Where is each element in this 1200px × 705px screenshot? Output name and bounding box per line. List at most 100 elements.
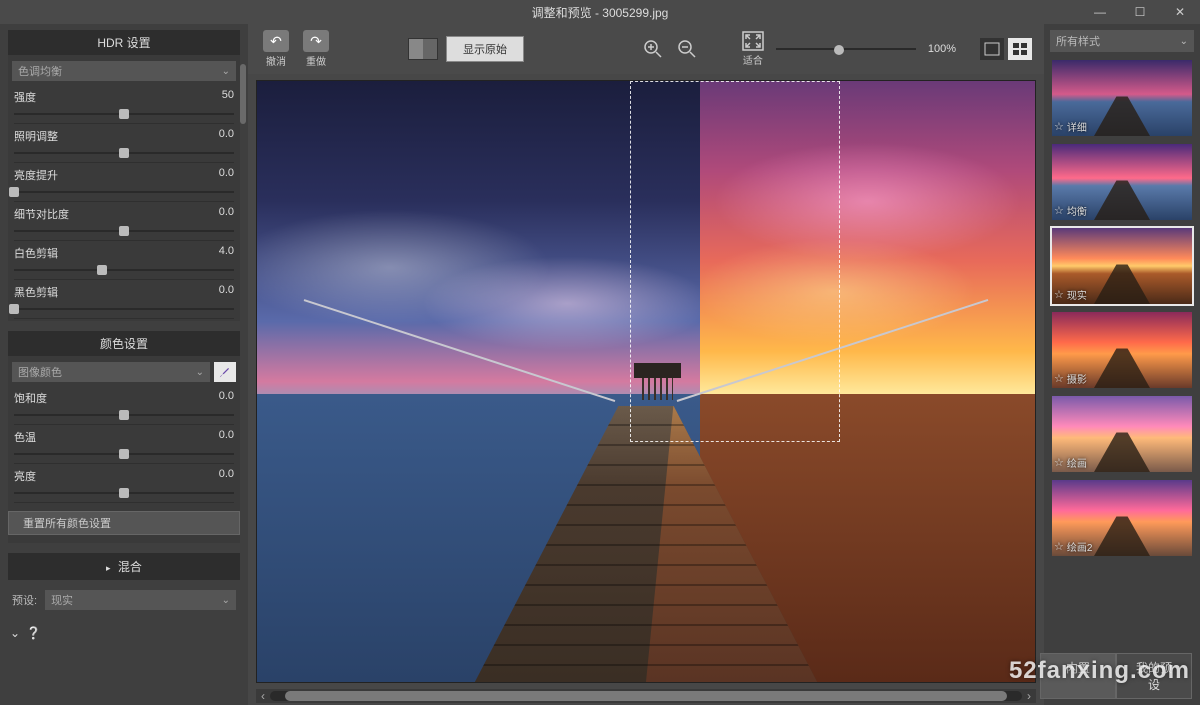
preset-name-0: 详细: [1067, 119, 1087, 134]
redo-button[interactable]: ↷ 重做: [300, 30, 332, 68]
preset-thumb-5[interactable]: ☆ 绘画2: [1050, 478, 1194, 558]
right-panel: 所有样式 ⌄ ☆ 详细 ☆ 均衡 ☆ 现实 ☆ 摄影 ☆ 绘画 ☆ 绘画2: [1044, 24, 1200, 705]
fit-button[interactable]: 适合: [742, 31, 764, 67]
scroll-right-icon[interactable]: ›: [1022, 689, 1036, 703]
hdr-track-1[interactable]: [14, 146, 234, 160]
brush-button[interactable]: [214, 362, 236, 382]
chevron-down-icon: ⌄: [222, 66, 230, 77]
chevron-down-icon: ⌄: [1180, 36, 1188, 47]
undo-button[interactable]: ↶ 撤消: [260, 30, 292, 68]
undo-label: 撤消: [266, 53, 286, 68]
preset-name-3: 摄影: [1067, 371, 1087, 386]
color-track-0[interactable]: [14, 408, 234, 422]
toolbar: ↶ 撤消 ↷ 重做 显示原始 适合: [248, 24, 1044, 74]
zoom-value: 100%: [928, 43, 956, 55]
hdr-value-4: 4.0: [219, 245, 234, 261]
reset-colors-button[interactable]: 重置所有颜色设置: [8, 511, 240, 535]
chevron-down-icon: ⌄: [222, 595, 230, 606]
favorite-star-icon[interactable]: ☆: [1054, 120, 1064, 133]
preset-thumb-1[interactable]: ☆ 均衡: [1050, 142, 1194, 222]
preset-thumb-4[interactable]: ☆ 绘画: [1050, 394, 1194, 474]
hdr-slider-2: 亮度提升 0.0: [8, 165, 240, 202]
hdr-slider-0: 强度 50: [8, 87, 240, 124]
favorite-star-icon[interactable]: ☆: [1054, 372, 1064, 385]
zoom-in-icon: [643, 39, 663, 59]
left-panel: HDR 设置 色调均衡 ⌄ 强度 50 照明调整 0.0: [0, 24, 248, 705]
titlebar: 调整和预览 - 3005299.jpg — ☐ ✕: [0, 0, 1200, 24]
split-view-button[interactable]: [408, 38, 438, 60]
hdr-label-1: 照明调整: [14, 128, 58, 144]
hdr-method-dropdown[interactable]: 色调均衡 ⌄: [12, 61, 236, 81]
favorite-star-icon[interactable]: ☆: [1054, 204, 1064, 217]
hdr-track-4[interactable]: [14, 263, 234, 277]
hdr-label-4: 白色剪辑: [14, 245, 58, 261]
color-slider-2: 亮度 0.0: [8, 466, 240, 503]
color-label-1: 色温: [14, 429, 36, 445]
hdr-label-3: 细节对比度: [14, 206, 69, 222]
favorite-star-icon[interactable]: ☆: [1054, 540, 1064, 553]
hdr-slider-4: 白色剪辑 4.0: [8, 243, 240, 280]
preset-label: 预设:: [12, 592, 37, 608]
builtin-tab[interactable]: 内置: [1040, 653, 1116, 699]
preset-dropdown[interactable]: 现实 ⌄: [45, 590, 236, 610]
minimize-button[interactable]: —: [1080, 0, 1120, 24]
hdr-value-5: 0.0: [219, 284, 234, 300]
color-track-1[interactable]: [14, 447, 234, 461]
my-presets-tab[interactable]: 我的预设: [1116, 653, 1192, 699]
color-track-2[interactable]: [14, 486, 234, 500]
chevron-down-icon[interactable]: ⌄: [10, 626, 20, 640]
preset-thumb-0[interactable]: ☆ 详细: [1050, 58, 1194, 138]
show-original-button[interactable]: 显示原始: [446, 36, 524, 62]
preset-name-5: 绘画2: [1067, 539, 1093, 554]
preset-row: 预设: 现实 ⌄: [8, 580, 240, 620]
color-slider-0: 饱和度 0.0: [8, 388, 240, 425]
hdr-track-2[interactable]: [14, 185, 234, 199]
view-grid-button[interactable]: [1008, 38, 1032, 60]
maximize-button[interactable]: ☐: [1120, 0, 1160, 24]
canvas-area: ‹ ›: [248, 74, 1044, 705]
blend-label: 混合: [118, 560, 142, 574]
zoom-out-button[interactable]: [676, 38, 698, 60]
preset-name-1: 均衡: [1067, 203, 1087, 218]
color-value-0: 0.0: [219, 390, 234, 406]
hdr-label-5: 黑色剪辑: [14, 284, 58, 300]
redo-label: 重做: [306, 53, 326, 68]
single-view-icon: [984, 42, 1000, 56]
preset-filter-value: 所有样式: [1056, 33, 1100, 49]
color-label-2: 亮度: [14, 468, 36, 484]
color-value-1: 0.0: [219, 429, 234, 445]
color-label-0: 饱和度: [14, 390, 47, 406]
view-single-button[interactable]: [980, 38, 1004, 60]
zoom-slider[interactable]: [776, 42, 916, 56]
hdr-track-5[interactable]: [14, 302, 234, 316]
left-scrollbar[interactable]: [240, 64, 246, 124]
color-panel: 颜色设置 图像颜色 ⌄ 饱和度 0.0 色温: [8, 331, 240, 543]
color-value-2: 0.0: [219, 468, 234, 484]
favorite-star-icon[interactable]: ☆: [1054, 456, 1064, 469]
zoom-in-button[interactable]: [642, 38, 664, 60]
hdr-track-0[interactable]: [14, 107, 234, 121]
preset-thumb-3[interactable]: ☆ 摄影: [1050, 310, 1194, 390]
close-button[interactable]: ✕: [1160, 0, 1200, 24]
hdr-header: HDR 设置: [8, 30, 240, 55]
selection-marquee[interactable]: [630, 81, 840, 442]
hdr-track-3[interactable]: [14, 224, 234, 238]
help-icon[interactable]: ❔: [26, 626, 41, 640]
hdr-label-0: 强度: [14, 89, 36, 105]
favorite-star-icon[interactable]: ☆: [1054, 288, 1064, 301]
horizontal-scrollbar[interactable]: ‹ ›: [256, 689, 1036, 703]
blend-panel-header[interactable]: ▸ 混合: [8, 553, 240, 580]
zoom-out-icon: [677, 39, 697, 59]
preset-filter-dropdown[interactable]: 所有样式 ⌄: [1050, 30, 1194, 52]
scroll-left-icon[interactable]: ‹: [256, 689, 270, 703]
brush-icon: [218, 365, 232, 379]
chevron-down-icon: ⌄: [196, 367, 204, 378]
color-mode-dropdown[interactable]: 图像颜色 ⌄: [12, 362, 210, 382]
fit-icon: [742, 31, 764, 51]
preset-thumb-2[interactable]: ☆ 现实: [1050, 226, 1194, 306]
color-slider-1: 色温 0.0: [8, 427, 240, 464]
image-canvas[interactable]: [256, 80, 1036, 683]
hdr-value-3: 0.0: [219, 206, 234, 222]
hdr-slider-5: 黑色剪辑 0.0: [8, 282, 240, 319]
hdr-value-0: 50: [222, 89, 234, 105]
